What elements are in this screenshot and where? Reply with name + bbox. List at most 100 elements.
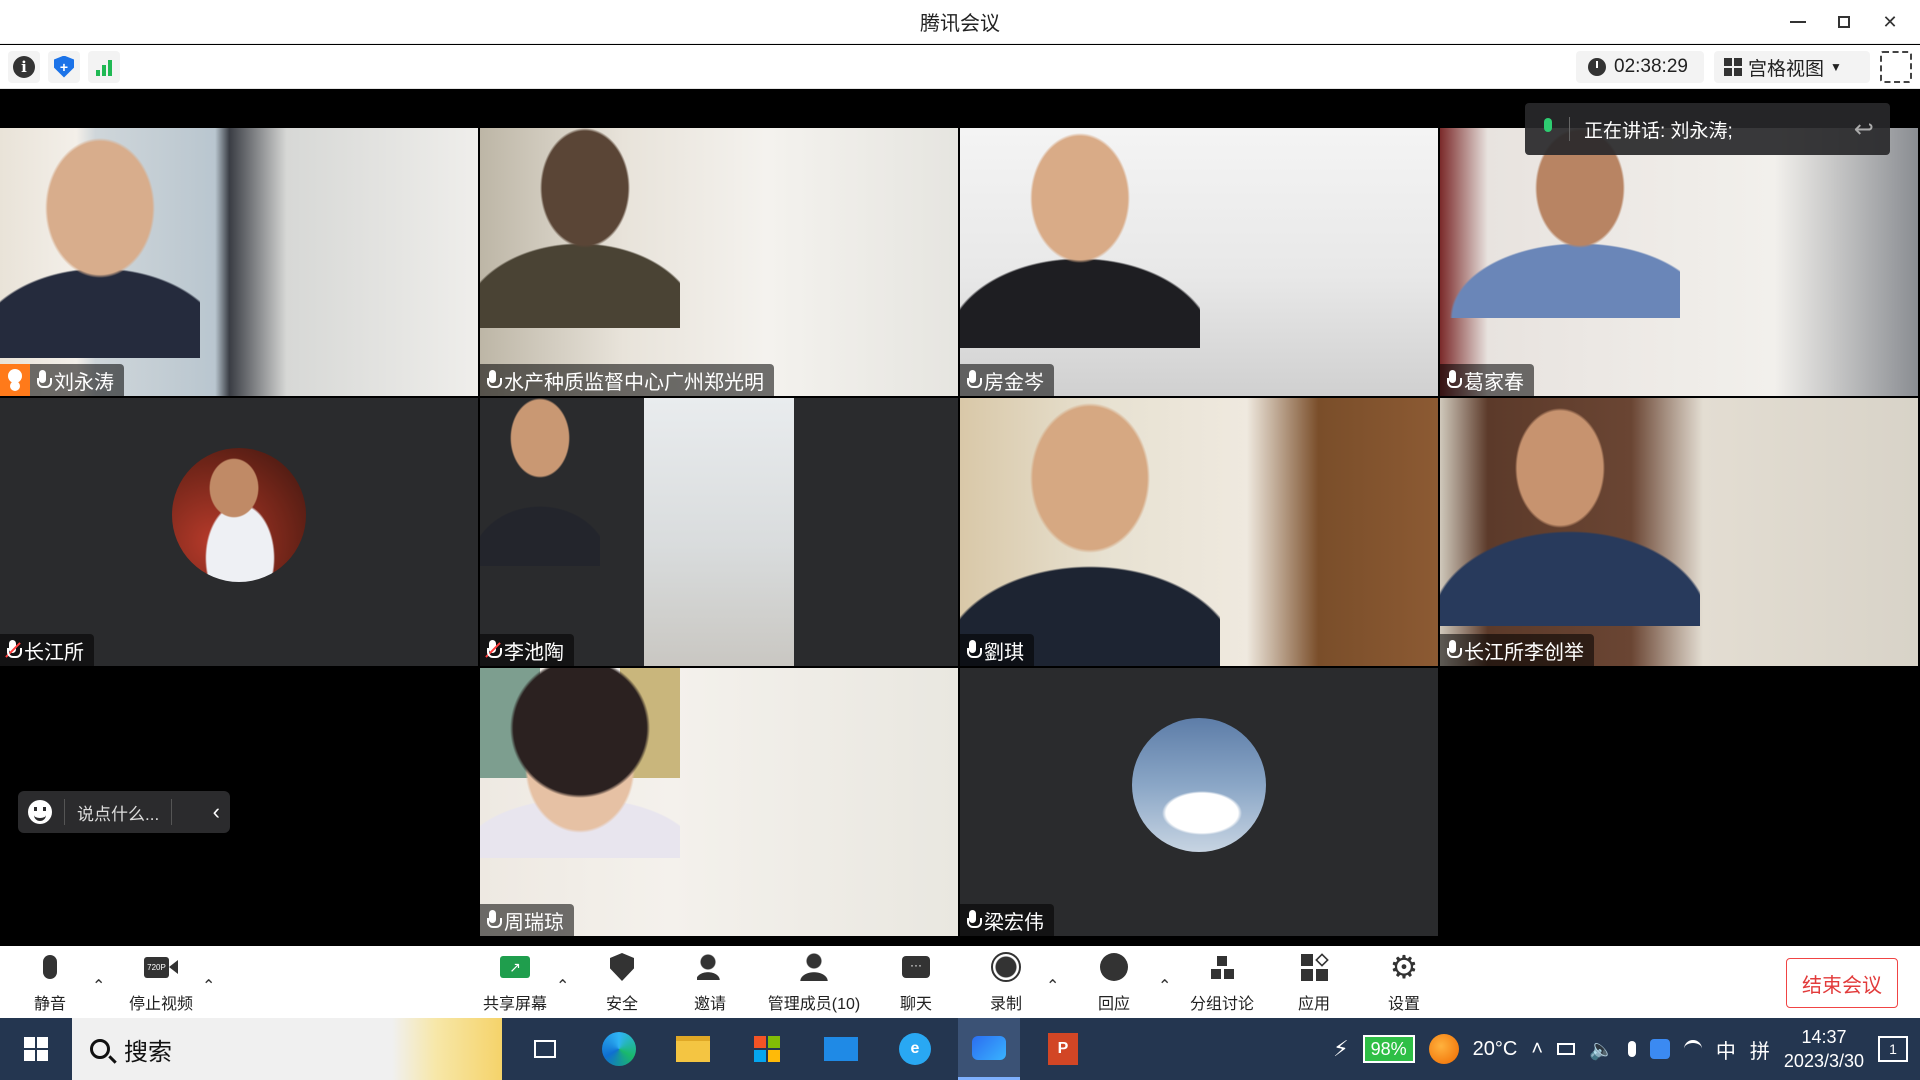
person-silhouette [480,398,600,566]
notification-center-button[interactable]: 1 [1878,1036,1908,1062]
clock-time: 14:37 [1801,1027,1847,1047]
fullscreen-button[interactable] [1880,51,1912,83]
file-explorer-app[interactable] [662,1018,724,1080]
settings-button[interactable]: ⚙ 设置 [1382,946,1426,1018]
chevron-up-icon[interactable]: ⌃ [92,976,105,996]
powerpoint-icon: P [1048,1033,1078,1065]
name-tag: 劉琪 [960,634,1034,666]
video-tile[interactable]: 葛家春 [1440,128,1918,396]
manage-members-button[interactable]: 管理成员(10) [764,946,864,1018]
mute-button[interactable]: 静音 [28,946,72,1018]
wechat-icon[interactable] [1649,1039,1670,1059]
chat-placeholder: 说点什么... [77,804,160,824]
start-button[interactable] [0,1018,72,1080]
close-button[interactable]: ✕ [1870,7,1910,37]
search-icon [90,1039,110,1059]
ime-layout[interactable]: 拼 [1750,1035,1770,1064]
os-taskbar: 搜索 e P ⚡ 98% 20°C ˄ 🔈 中 拼 14:37 2023/3/3… [0,1018,1920,1080]
title-bar: 腾讯会议 ✕ [0,0,1920,44]
timer-value: 02:38:29 [1614,56,1688,77]
security-button[interactable]: 安全 [600,946,644,1018]
apps-button[interactable]: 应用 [1292,946,1336,1018]
security-status-button[interactable]: + [48,50,80,83]
tencent-meeting-icon [972,1035,1006,1060]
microphone-icon [1541,118,1555,140]
video-tile[interactable]: 长江所李创举 [1440,398,1918,666]
restore-button[interactable] [1824,7,1864,37]
microphone-icon [966,910,982,930]
taskbar-clock[interactable]: 14:37 2023/3/30 [1784,1025,1864,1073]
temperature[interactable]: 20°C [1473,1038,1518,1061]
video-tile[interactable]: 劉琪 [960,398,1438,666]
chevron-up-icon[interactable]: ⌃ [556,976,569,996]
battery-indicator[interactable]: 98% [1362,1035,1415,1063]
network-status-button[interactable] [88,50,120,83]
wifi-icon[interactable] [1683,1040,1702,1058]
weather-icon[interactable] [1428,1034,1459,1064]
record-button[interactable]: 录制 [984,946,1028,1018]
name-tag: 房金岑 [960,364,1054,396]
chevron-up-icon[interactable]: ˄ [1531,1038,1543,1061]
video-tile[interactable]: 刘永涛 [0,128,478,396]
chevron-left-icon[interactable]: ‹ [213,799,220,825]
participant-name: 长江所李创举 [1464,641,1584,664]
edge-app[interactable] [588,1018,650,1080]
video-tile[interactable]: 李池陶 [480,398,958,666]
reaction-button[interactable]: 回应 [1092,946,1136,1018]
ime-mode[interactable]: 中 [1716,1035,1736,1064]
network-icon[interactable] [1557,1043,1576,1055]
clock-icon [1588,58,1606,76]
chevron-up-icon[interactable]: ⌃ [202,976,215,996]
charging-icon: ⚡ [1333,1036,1349,1061]
shield-icon [605,950,639,984]
record-icon [989,950,1023,984]
meeting-toolbar: 静音 ⌃ 720P 停止视频 ⌃ ↗ 共享屏幕 ⌃ 安全 邀请 管理成员(10)… [0,946,1920,1018]
video-tile[interactable]: 房金岑 [960,128,1438,396]
view-mode-dropdown[interactable]: 宫格视图 ▼ [1714,51,1870,83]
quick-chat-input[interactable]: 说点什么... ‹ [18,791,230,833]
person-silhouette [480,128,680,328]
volume-icon[interactable]: 🔈 [1589,1037,1614,1062]
taskbar-search[interactable]: 搜索 [72,1018,502,1080]
breakout-icon [1205,950,1239,984]
powerpoint-app[interactable]: P [1032,1018,1094,1080]
microphone-icon [36,370,52,390]
breakout-rooms-button[interactable]: 分组讨论 [1186,946,1258,1018]
video-tile[interactable]: 周瑞琼 [480,668,958,936]
end-meeting-button[interactable]: 结束会议 [1786,958,1898,1008]
store-app[interactable] [736,1018,798,1080]
chevron-up-icon[interactable]: ⌃ [1158,976,1171,996]
share-screen-icon: ↗ [498,950,532,984]
speaking-label: 正在讲话: 刘永涛; [1584,120,1733,142]
mail-app[interactable] [810,1018,872,1080]
collapse-icon[interactable]: ↩ [1854,115,1874,144]
video-tile[interactable]: 长江所 [0,398,478,666]
participant-name: 长江所 [24,641,84,664]
share-screen-button[interactable]: ↗ 共享屏幕 [480,946,550,1018]
browser-app[interactable]: e [884,1018,946,1080]
invite-button[interactable]: 邀请 [688,946,732,1018]
microphone-icon[interactable] [1627,1041,1636,1057]
store-icon [754,1036,780,1062]
members-icon [797,950,831,984]
task-view-button[interactable] [514,1018,576,1080]
speaking-indicator: 正在讲话: 刘永涛; ↩ [1525,103,1890,155]
minimize-icon [1790,21,1806,23]
chevron-up-icon[interactable]: ⌃ [1046,976,1059,996]
meeting-info-button[interactable]: i [8,50,40,83]
shield-icon: + [54,55,74,78]
video-tile[interactable]: 梁宏伟 [960,668,1438,936]
person-silhouette [480,668,680,858]
avatar [1132,718,1266,852]
security-label: 安全 [605,996,638,1013]
clock-date: 2023/3/30 [1783,1051,1864,1071]
video-tile[interactable]: 水产种质监督中心广州郑光明 [480,128,958,396]
invite-label: 邀请 [693,996,726,1013]
participant-video [644,398,794,666]
emoji-icon[interactable] [28,800,52,824]
minimize-button[interactable] [1778,7,1818,37]
tencent-meeting-app[interactable] [958,1018,1020,1080]
chat-button[interactable]: ··· 聊天 [894,946,938,1018]
stop-video-button[interactable]: 720P 停止视频 [126,946,196,1018]
microphone-icon [486,910,502,930]
